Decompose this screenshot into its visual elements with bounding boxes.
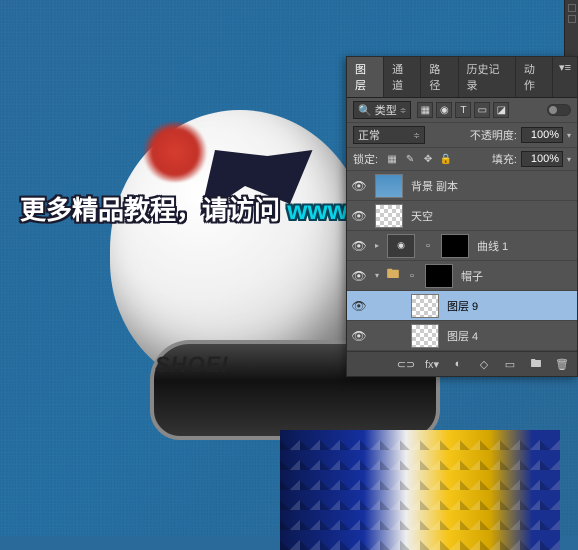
tab-paths[interactable]: 路径 bbox=[421, 57, 458, 97]
adjustment-thumb[interactable]: ◉ bbox=[387, 234, 415, 258]
lock-label: 锁定: bbox=[353, 151, 378, 167]
blend-mode-value: 正常 bbox=[358, 127, 380, 143]
chevron-down-icon: ≑ bbox=[400, 106, 407, 115]
disclosure-icon[interactable]: ▸ bbox=[371, 241, 383, 250]
panel-footer: ⊂⊃ fx▾ ◐ ◇ ▭ 🖿 🗑 bbox=[347, 351, 577, 376]
layer-thumb[interactable] bbox=[411, 294, 439, 318]
folder-icon: 🖿 bbox=[383, 265, 403, 287]
lock-transparent-icon[interactable]: ▦ bbox=[384, 151, 400, 167]
link-icon: ▫ bbox=[419, 240, 437, 252]
chevron-down-icon: ≑ bbox=[413, 131, 420, 140]
search-icon: 🔍 bbox=[358, 104, 372, 117]
filter-shape-icon[interactable]: ▭ bbox=[474, 102, 490, 118]
visibility-icon[interactable]: 👁 bbox=[347, 239, 371, 253]
layer-row-selected[interactable]: 👁 图层 9 bbox=[347, 291, 577, 321]
filter-type-select[interactable]: 🔍 类型 ≑ bbox=[353, 101, 411, 119]
filter-row: 🔍 类型 ≑ ▦ ◉ T ▭ ◪ bbox=[347, 98, 577, 123]
layer-name[interactable]: 帽子 bbox=[457, 268, 577, 284]
visibility-icon[interactable]: 👁 bbox=[347, 179, 371, 193]
helmet-brand-text: SHOEI bbox=[155, 352, 228, 378]
filter-smart-icon[interactable]: ◪ bbox=[493, 102, 509, 118]
layer-name[interactable]: 图层 9 bbox=[443, 298, 577, 314]
tab-layers[interactable]: 图层 bbox=[347, 57, 384, 97]
panel-menu-icon[interactable]: ▾≡ bbox=[553, 57, 577, 97]
layers-list: 👁 背景 副本 👁 天空 👁 ▸ ◉ ▫ 曲线 1 👁 ▾ 🖿 ▫ 帽子 👁 bbox=[347, 171, 577, 351]
chevron-down-icon[interactable]: ▾ bbox=[567, 131, 571, 140]
disclosure-icon[interactable]: ▾ bbox=[371, 271, 383, 280]
lock-icons: ▦ ✎ ✥ 🔒 bbox=[384, 151, 454, 167]
filter-toggle[interactable] bbox=[547, 104, 571, 116]
layer-name[interactable]: 曲线 1 bbox=[473, 238, 577, 254]
fill-label: 填充: bbox=[492, 151, 517, 167]
filter-icons: ▦ ◉ T ▭ ◪ bbox=[417, 102, 509, 118]
visibility-icon[interactable]: 👁 bbox=[347, 329, 371, 343]
fill-input[interactable]: 100% bbox=[521, 151, 563, 167]
lock-position-icon[interactable]: ✥ bbox=[420, 151, 436, 167]
toggle-knob bbox=[549, 106, 557, 114]
layer-row[interactable]: 👁 背景 副本 bbox=[347, 171, 577, 201]
link-icon: ▫ bbox=[403, 270, 421, 282]
group-icon[interactable]: ▭ bbox=[501, 356, 519, 372]
rail-dot bbox=[568, 4, 576, 12]
new-layer-icon[interactable]: 🖿 bbox=[527, 356, 545, 372]
blend-row: 正常 ≑ 不透明度: 100% ▾ bbox=[347, 123, 577, 148]
tab-actions[interactable]: 动作 bbox=[516, 57, 553, 97]
mask-thumb[interactable] bbox=[425, 264, 453, 288]
visibility-icon[interactable]: 👁 bbox=[347, 209, 371, 223]
rail-dot bbox=[568, 15, 576, 23]
mask-thumb[interactable] bbox=[441, 234, 469, 258]
lock-row: 锁定: ▦ ✎ ✥ 🔒 填充: 100% ▾ bbox=[347, 148, 577, 171]
panel-rail bbox=[564, 0, 578, 56]
opacity-input[interactable]: 100% bbox=[521, 127, 563, 143]
filter-adjust-icon[interactable]: ◉ bbox=[436, 102, 452, 118]
watermark-white: 更多精品教程，请访问 bbox=[20, 195, 287, 225]
layer-row[interactable]: 👁 天空 bbox=[347, 201, 577, 231]
lock-all-icon[interactable]: 🔒 bbox=[438, 151, 454, 167]
layer-row[interactable]: 👁 图层 4 bbox=[347, 321, 577, 351]
suit-graphic bbox=[280, 430, 560, 550]
layer-name[interactable]: 背景 副本 bbox=[407, 178, 577, 194]
opacity-label: 不透明度: bbox=[470, 127, 517, 143]
layer-thumb[interactable] bbox=[411, 324, 439, 348]
chevron-down-icon[interactable]: ▾ bbox=[567, 155, 571, 164]
layer-thumb[interactable] bbox=[375, 204, 403, 228]
layer-name[interactable]: 天空 bbox=[407, 208, 577, 224]
blend-mode-select[interactable]: 正常 ≑ bbox=[353, 126, 425, 144]
layer-thumb[interactable] bbox=[375, 174, 403, 198]
adjustment-icon[interactable]: ◇ bbox=[475, 356, 493, 372]
lock-paint-icon[interactable]: ✎ bbox=[402, 151, 418, 167]
fx-icon[interactable]: fx▾ bbox=[423, 356, 441, 372]
visibility-icon[interactable]: 👁 bbox=[347, 299, 371, 313]
tab-channels[interactable]: 通道 bbox=[384, 57, 421, 97]
layer-group-row[interactable]: 👁 ▾ 🖿 ▫ 帽子 bbox=[347, 261, 577, 291]
link-layers-icon[interactable]: ⊂⊃ bbox=[397, 356, 415, 372]
tab-history[interactable]: 历史记录 bbox=[459, 57, 516, 97]
mask-icon[interactable]: ◐ bbox=[449, 356, 467, 372]
filter-label: 类型 bbox=[375, 102, 397, 118]
layer-row[interactable]: 👁 ▸ ◉ ▫ 曲线 1 bbox=[347, 231, 577, 261]
layers-panel: 图层 通道 路径 历史记录 动作 ▾≡ 🔍 类型 ≑ ▦ ◉ T ▭ ◪ 正常 … bbox=[346, 56, 578, 377]
filter-pixel-icon[interactable]: ▦ bbox=[417, 102, 433, 118]
visibility-icon[interactable]: 👁 bbox=[347, 269, 371, 283]
layer-name[interactable]: 图层 4 bbox=[443, 328, 577, 344]
filter-text-icon[interactable]: T bbox=[455, 102, 471, 118]
delete-icon[interactable]: 🗑 bbox=[553, 356, 571, 372]
panel-tabs: 图层 通道 路径 历史记录 动作 ▾≡ bbox=[347, 57, 577, 98]
